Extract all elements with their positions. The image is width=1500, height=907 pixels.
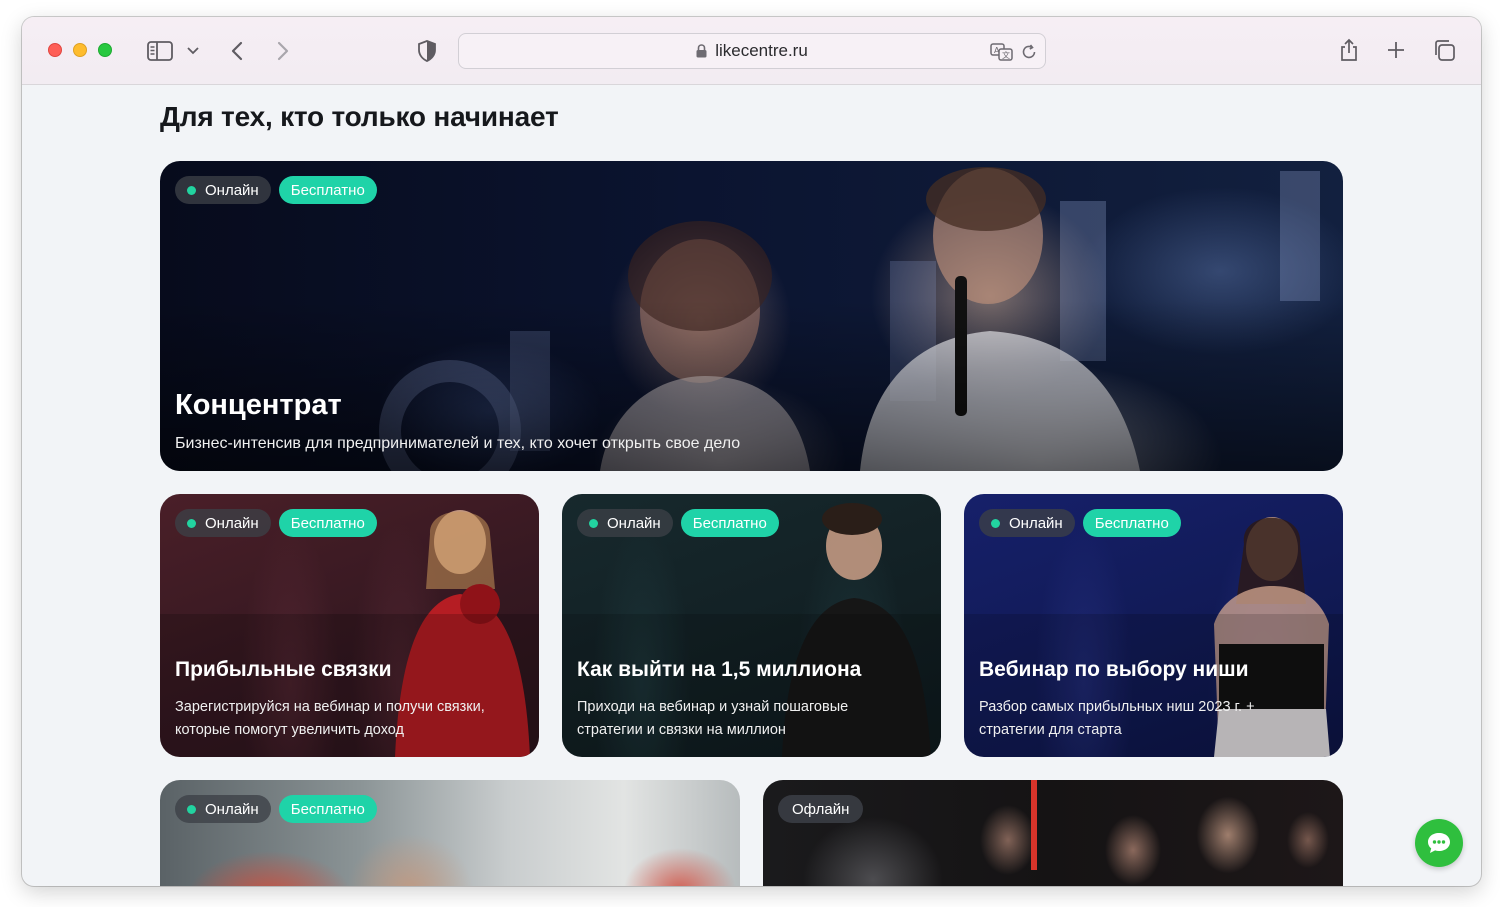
online-status-dot [187, 518, 196, 528]
online-status-dot [187, 185, 196, 195]
online-badge-label: Онлайн [1009, 514, 1063, 532]
card-badges: Онлайн Бесплатно [979, 509, 1181, 537]
reload-icon[interactable] [1020, 42, 1038, 62]
card-description: Бизнес-интенсив для предпринимателей и т… [175, 435, 741, 452]
course-card-bottom-left[interactable]: Онлайн Бесплатно [160, 780, 740, 886]
card-badges: Онлайн Бесплатно [175, 509, 377, 537]
offline-badge: Офлайн [778, 795, 864, 823]
section-heading: Для тех, кто только начинает [160, 101, 559, 132]
card-badges: Офлайн [778, 795, 864, 823]
online-badge: Онлайн [175, 176, 271, 204]
online-badge: Онлайн [175, 795, 271, 823]
online-badge-label: Онлайн [607, 514, 661, 532]
online-badge: Онлайн [979, 509, 1075, 537]
card-description: Приходи на вебинар и узнай пошаговые стр… [577, 699, 849, 738]
privacy-shield-icon[interactable] [416, 39, 438, 63]
browser-toolbar: likecentre.ru A文 [22, 17, 1481, 85]
free-badge: Бесплатно [278, 509, 377, 537]
online-badge-label: Онлайн [205, 514, 259, 532]
free-badge: Бесплатно [278, 795, 377, 823]
online-status-dot [187, 804, 196, 814]
card-badges: Онлайн Бесплатно [577, 509, 779, 537]
translate-icon[interactable]: A文 [989, 42, 1015, 62]
sidebar-toggle-icon[interactable] [146, 39, 174, 63]
online-badge-label: Онлайн [205, 181, 259, 199]
back-icon[interactable] [226, 39, 248, 63]
card-description: Зарегистрируйся на вебинар и получи связ… [175, 699, 485, 738]
card-description: Разбор самых прибыльных ниш 2023 г. + ст… [979, 699, 1255, 738]
course-card-1-5-million[interactable]: Онлайн Бесплатно Как выйти на 1,5 миллио… [562, 494, 941, 757]
online-status-dot [589, 518, 598, 528]
card-title: Как выйти на 1,5 миллиона [577, 658, 862, 681]
card-badges: Онлайн Бесплатно [175, 176, 377, 204]
online-badge: Онлайн [577, 509, 673, 537]
online-status-dot [991, 518, 1000, 528]
course-card-bottom-right[interactable]: Офлайн [763, 780, 1343, 886]
free-badge: Бесплатно [680, 509, 779, 537]
chevron-down-icon[interactable] [184, 43, 202, 59]
svg-text:A: A [994, 46, 1000, 55]
address-bar[interactable]: likecentre.ru A文 [458, 33, 1046, 69]
page-content: Для тех, кто только начинает Онлайн Бесп… [22, 85, 1481, 886]
address-url: likecentre.ru [715, 41, 808, 60]
free-badge: Бесплатно [1082, 509, 1181, 537]
card-badges: Онлайн Бесплатно [175, 795, 377, 823]
course-card-niche-webinar[interactable]: Онлайн Бесплатно Вебинар по выбору ниши … [964, 494, 1343, 757]
zoom-window-button[interactable] [98, 43, 112, 57]
close-window-button[interactable] [48, 43, 62, 57]
card-title: Вебинар по выбору ниши [979, 658, 1249, 681]
online-badge-label: Онлайн [205, 800, 259, 818]
course-card-main[interactable]: Онлайн Бесплатно Концентрат Бизнес-интен… [160, 161, 1343, 471]
card-photo-overlay [160, 161, 1343, 471]
card-title: Прибыльные связки [175, 658, 392, 681]
online-badge: Онлайн [175, 509, 271, 537]
svg-text:文: 文 [1002, 50, 1010, 60]
chat-bubble-icon [1426, 831, 1452, 855]
tab-overview-icon[interactable] [1432, 38, 1456, 62]
lock-icon [696, 44, 707, 58]
minimize-window-button[interactable] [73, 43, 87, 57]
chat-widget-button[interactable] [1415, 819, 1463, 867]
forward-icon[interactable] [272, 39, 294, 63]
share-icon[interactable] [1338, 36, 1360, 64]
free-badge: Бесплатно [278, 176, 377, 204]
browser-window: likecentre.ru A文 Для тех, кто только нач… [22, 17, 1481, 886]
new-tab-icon[interactable] [1385, 39, 1407, 61]
course-card-profitable-links[interactable]: Онлайн Бесплатно Прибыльные связки Зарег… [160, 494, 539, 757]
card-title: Концентрат [175, 389, 342, 421]
